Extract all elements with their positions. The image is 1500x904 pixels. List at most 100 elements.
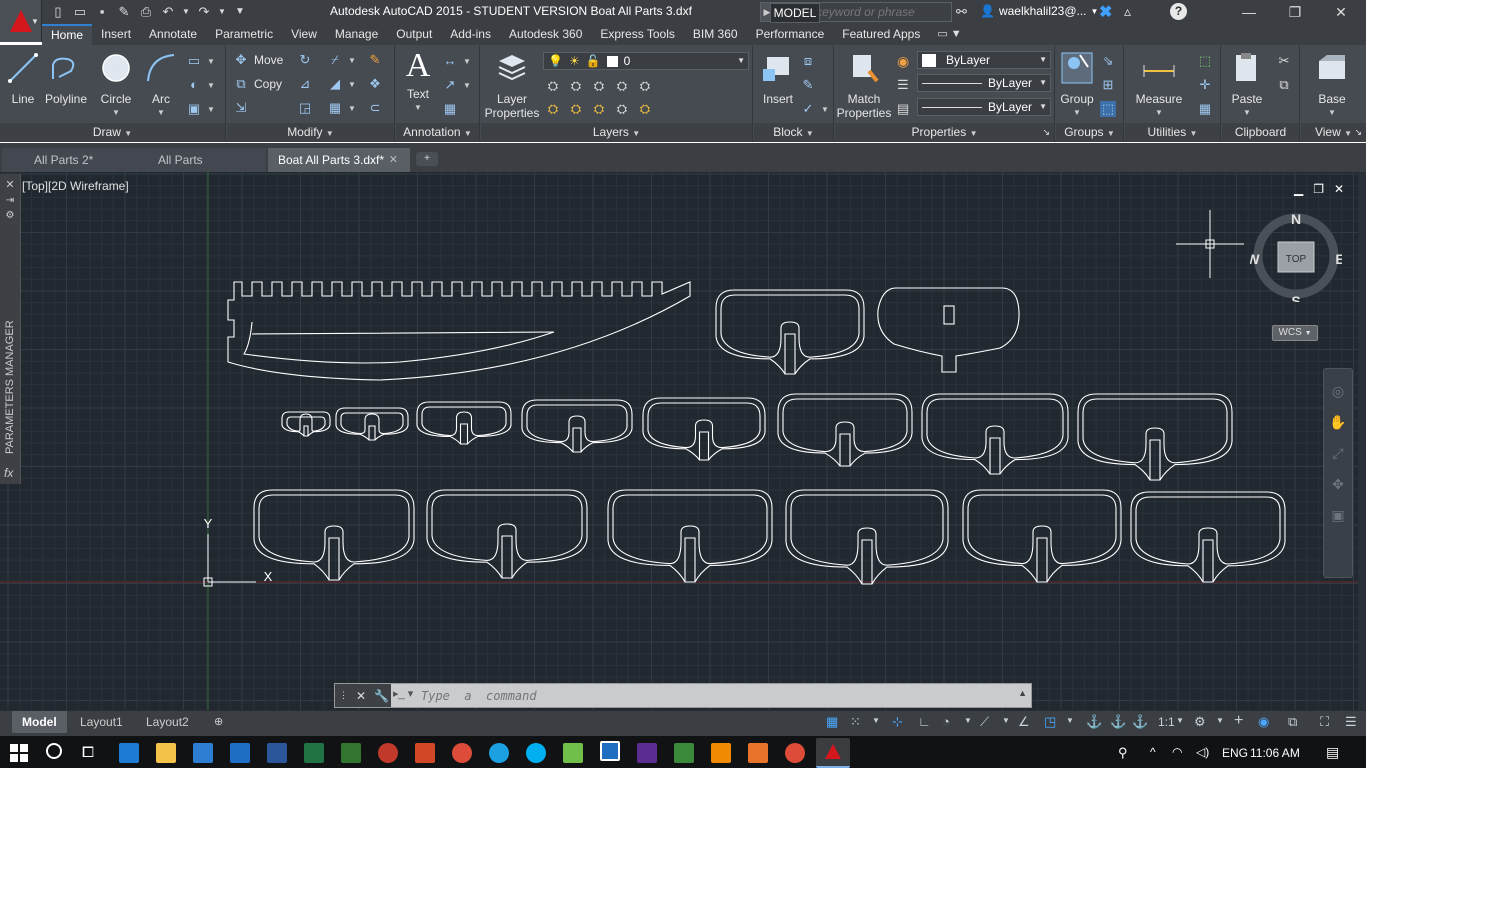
layer-unlock-icon[interactable]: ⛭ xyxy=(614,101,630,117)
app-icon[interactable] xyxy=(378,743,398,763)
open-file-icon[interactable]: ▭ xyxy=(72,4,88,20)
app-window-icon[interactable] xyxy=(600,741,620,761)
doc-tab-boat-all-parts-3[interactable]: Boat All Parts 3.dxf* ✕ xyxy=(268,148,410,172)
close-command-line-icon[interactable]: ✕ xyxy=(356,689,366,703)
groups-panel-title[interactable]: Groups ▼ xyxy=(1056,123,1123,142)
app-green-icon[interactable] xyxy=(674,743,694,763)
skype-icon[interactable] xyxy=(526,743,546,763)
viewport-minimize-icon[interactable]: ▁ xyxy=(1294,182,1303,196)
calculator-tool[interactable]: ▦ xyxy=(1197,101,1213,117)
tab-performance[interactable]: Performance xyxy=(747,24,834,45)
outlook-icon[interactable] xyxy=(230,743,250,763)
lineweight-dropdown[interactable]: ByLayer ▼ xyxy=(917,98,1051,116)
quick-select-tool[interactable]: ⬚ xyxy=(1197,53,1213,69)
redo-icon[interactable]: ↷ xyxy=(196,4,212,20)
command-input[interactable] xyxy=(421,687,1011,704)
powerpoint-icon[interactable] xyxy=(415,743,435,763)
tab-autodesk-360[interactable]: Autodesk 360 xyxy=(500,24,591,45)
copy-tool[interactable]: ⧉ Copy xyxy=(233,76,282,92)
block-attribute-tool[interactable]: ✓ ▼ xyxy=(800,101,829,117)
undo-dropdown-icon[interactable]: ▼ xyxy=(182,4,190,20)
viewport-controls-label[interactable]: [Top][2D Wireframe] xyxy=(22,179,129,193)
layer-properties-tool[interactable]: Layer Properties xyxy=(483,51,541,120)
isolate-objects-icon[interactable]: ◉ xyxy=(1258,714,1269,730)
dimension-tool[interactable]: ↔ ▼ xyxy=(442,53,471,69)
clock[interactable]: 11:06 AM xyxy=(1250,746,1300,760)
close-button[interactable]: ✕ xyxy=(1318,0,1364,24)
hardware-acceleration-icon[interactable]: ⧉ xyxy=(1288,714,1297,730)
draw-panel-title[interactable]: Draw ▼ xyxy=(0,123,225,142)
pan-icon[interactable]: ✋ xyxy=(1324,414,1352,431)
navigation-bar[interactable]: ◎ ✋ ⤢ ✥ ▣ xyxy=(1323,368,1353,578)
annotation-plus-icon[interactable]: + xyxy=(1234,712,1243,730)
insert-block-tool[interactable]: Insert xyxy=(758,51,798,106)
tab-parametric[interactable]: Parametric xyxy=(206,24,282,45)
customize-qat-icon[interactable]: ▼ xyxy=(232,4,248,20)
layer-match-icon[interactable]: ⛭ xyxy=(637,78,653,94)
chevron-down-icon[interactable]: ▼ xyxy=(1216,716,1224,725)
boundary-tool[interactable]: ▣ ▼ xyxy=(186,101,215,117)
user-account[interactable]: 👤 waelkhalil23@... ▼ xyxy=(980,4,1098,18)
parameters-manager-palette[interactable]: ✕ ⇥ ⚙ PARAMETERS MANAGER fx xyxy=(0,174,21,484)
ribbon-display-toggle-icon[interactable]: ▭ ▼ xyxy=(929,24,969,45)
visio-icon[interactable] xyxy=(637,743,657,763)
measure-tool[interactable]: Measure ▼ xyxy=(1131,51,1187,120)
clean-screen-icon[interactable]: ⛶ xyxy=(1320,714,1329,730)
paste-tool[interactable]: Paste ▼ xyxy=(1228,51,1266,120)
scale-tool[interactable]: ◲ xyxy=(297,100,313,116)
layer-current-icon[interactable]: ⛭ xyxy=(545,101,561,117)
store-icon[interactable] xyxy=(193,743,213,763)
app-f-icon[interactable] xyxy=(748,743,768,763)
command-line-handle[interactable]: ⋮ ✕ 🔧 xyxy=(335,684,391,707)
exchange-apps-icon[interactable]: ✖ xyxy=(1099,2,1112,22)
action-center-icon[interactable]: ▤ xyxy=(1326,744,1339,761)
dynamic-input-icon[interactable]: ⊹ xyxy=(892,714,903,730)
layer-unisolate-icon[interactable]: ⛭ xyxy=(568,101,584,117)
close-tab-icon[interactable]: ✕ xyxy=(389,148,398,172)
id-point-tool[interactable]: ✛ xyxy=(1197,77,1213,93)
help-icon[interactable]: ? xyxy=(1170,3,1187,20)
grid-display-icon[interactable]: ▦ xyxy=(826,714,838,730)
word-icon[interactable] xyxy=(267,743,287,763)
isodraft-icon[interactable]: ⟋ xyxy=(980,714,989,730)
chrome-icon[interactable] xyxy=(452,743,472,763)
rotate-tool[interactable]: ↻ xyxy=(297,52,313,68)
viewport-restore-icon[interactable]: ❐ xyxy=(1313,182,1324,196)
edit-block-tool[interactable]: ✎ xyxy=(800,77,816,93)
command-history-icon[interactable]: ▲ xyxy=(1018,688,1027,698)
wcs-menu[interactable]: WCS ▼ xyxy=(1272,325,1318,341)
new-file-icon[interactable]: ▯ xyxy=(50,4,66,20)
model-space-button[interactable]: MODEL xyxy=(770,3,820,23)
layout-tab-model[interactable]: Model xyxy=(12,711,67,733)
layers-panel-title[interactable]: Layers ▼ xyxy=(481,123,752,142)
color-dropdown[interactable]: ByLayer ▼ xyxy=(917,51,1051,69)
layer-dropdown[interactable]: 💡 ☀ 🔓 0 ▼ xyxy=(543,52,749,70)
palette-properties-icon[interactable]: ⚙ xyxy=(0,210,20,221)
polar-tracking-icon[interactable]: ◔ xyxy=(942,714,950,729)
autohide-icon[interactable]: ⇥ xyxy=(0,195,20,206)
chevron-down-icon[interactable]: ▼ xyxy=(1002,716,1010,725)
app-diamond-icon[interactable] xyxy=(563,743,583,763)
showmotion-icon[interactable]: ▣ xyxy=(1324,507,1352,524)
text-tool[interactable]: A Text ▼ xyxy=(400,49,436,115)
doc-tab-all-parts-2[interactable]: All Parts 2* xyxy=(2,148,142,172)
application-menu-button[interactable]: ▼ xyxy=(0,0,42,42)
recent-commands-icon[interactable]: ▸_ ▾ xyxy=(393,687,419,704)
layout-tab-layout1[interactable]: Layout1 xyxy=(70,711,133,733)
layer-off-icon[interactable]: ⛭ xyxy=(545,78,561,94)
trim-tool[interactable]: ⌿ ▼ xyxy=(327,52,356,68)
fillet-tool[interactable]: ◢ ▼ xyxy=(327,76,356,92)
tab-home[interactable]: Home xyxy=(42,24,93,45)
binoculars-icon[interactable]: ⚯ xyxy=(956,4,967,20)
utilities-panel-title[interactable]: Utilities ▼ xyxy=(1125,123,1220,142)
view-panel-title[interactable]: View ▼ ↘ xyxy=(1301,123,1366,142)
group-selection-tool[interactable]: ⬚ xyxy=(1100,101,1116,117)
autocad-taskbar-icon[interactable] xyxy=(816,738,850,768)
layer-lock-icon[interactable]: ⛭ xyxy=(614,78,630,94)
copy-clip-tool[interactable]: ⧉ xyxy=(1276,77,1292,93)
new-layout-icon[interactable]: ⊕ xyxy=(204,711,233,733)
tab-bim-360[interactable]: BIM 360 xyxy=(684,24,747,45)
offset-tool[interactable]: ⊂ xyxy=(367,100,383,116)
orbit-icon[interactable]: ✥ xyxy=(1324,476,1352,493)
tab-featured-apps[interactable]: Featured Apps xyxy=(833,24,929,45)
